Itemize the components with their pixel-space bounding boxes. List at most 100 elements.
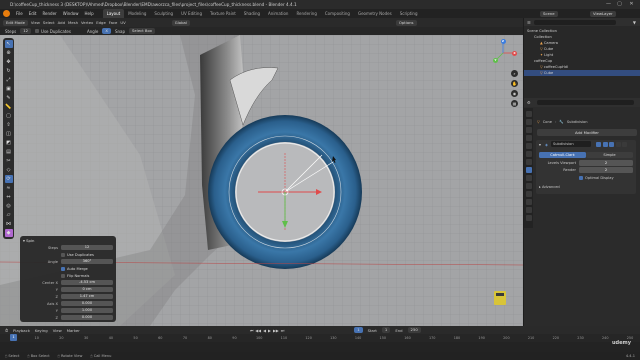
close-button[interactable]: ✕ [627, 0, 636, 9]
shear-tool-icon[interactable]: ▱ [5, 211, 13, 219]
jump-end-icon[interactable]: ⏭ [281, 328, 284, 333]
extrude-tool-icon[interactable]: ⇧ [5, 121, 13, 129]
current-frame-input[interactable]: 1 [354, 327, 363, 333]
measure-tool-icon[interactable]: 📏 [5, 103, 13, 111]
scene-selector[interactable]: Scene [540, 10, 558, 17]
navigation-gizmo[interactable]: X Z Y [488, 38, 518, 68]
minimize-button[interactable]: — [604, 0, 613, 9]
camera-view-icon[interactable]: ◉ [511, 90, 518, 97]
shrink-fatten-tool-icon[interactable]: ◎ [5, 202, 13, 210]
workspace-tab-compositing[interactable]: Compositing [321, 9, 354, 18]
gizmo-x-axis[interactable]: X [512, 50, 517, 56]
world-tab-icon[interactable] [525, 151, 532, 157]
outliner-search-input[interactable] [533, 19, 616, 25]
properties-search-input[interactable] [536, 100, 634, 105]
data-tab-icon[interactable] [525, 199, 532, 205]
view-layer-selector[interactable]: ViewLayer [590, 10, 616, 17]
physics-tab-icon[interactable] [525, 183, 532, 189]
eraser-tool-icon[interactable]: ◆ [4, 229, 13, 237]
jump-start-icon[interactable]: ⏮ [250, 328, 253, 333]
orientation-selector[interactable]: Global [171, 19, 190, 26]
menu-select[interactable]: Select [43, 20, 55, 25]
auto-merge-checkbox[interactable] [61, 266, 65, 271]
end-frame-input[interactable]: 250 [407, 327, 421, 333]
advanced-section[interactable]: ▸ Advanced [539, 185, 560, 189]
menu-edit[interactable]: Edit [26, 11, 40, 16]
modifier-name-input[interactable]: Subdivision [551, 141, 591, 147]
menu-help[interactable]: Help [81, 11, 96, 16]
timeline-ruler[interactable]: 0102030405060708090100110120130140150160… [0, 334, 640, 342]
menu-file[interactable]: File [13, 11, 26, 16]
add-modifier-button[interactable]: Add Modifier [537, 129, 637, 136]
center-z-input[interactable]: 1.47 cm [61, 294, 113, 299]
axis-x-toggle[interactable]: X [102, 28, 111, 34]
knife-tool-icon[interactable]: ✂ [5, 157, 13, 165]
zoom-icon[interactable]: ⌕ [511, 70, 518, 77]
workspace-tab-sculpting[interactable]: Sculpting [150, 9, 177, 18]
steps-field[interactable]: 12 [20, 28, 32, 34]
move-tool-icon[interactable]: ✥ [5, 58, 13, 66]
levels-viewport-input[interactable]: 2 [579, 160, 633, 166]
modifier-menu-icon[interactable] [615, 141, 621, 147]
rip-tool-icon[interactable]: ⋈ [5, 220, 13, 228]
scale-tool-icon[interactable]: ⤢ [5, 76, 13, 84]
pan-hand-icon[interactable]: ✋ [511, 80, 518, 87]
workspace-tab-rendering[interactable]: Rendering [292, 9, 320, 18]
timeline-editor-icon[interactable]: ⏱ [5, 328, 8, 333]
workspace-tab-geometry-nodes[interactable]: Geometry Nodes [354, 9, 396, 18]
workspace-tab-layout[interactable]: Layout [102, 9, 125, 18]
axis-x-input[interactable]: 0.000 [61, 301, 113, 306]
center-x-input[interactable]: -4.53 cm [61, 280, 113, 285]
menu-mesh[interactable]: Mesh [68, 20, 78, 25]
menu-add[interactable]: Add [58, 20, 65, 25]
select-box-tool-icon[interactable]: ↖ [4, 40, 13, 48]
outliner-item-cube-selected[interactable]: ▽ Cube [524, 70, 640, 76]
catmull-clark-tab[interactable]: Catmull-Clark [539, 152, 586, 158]
grid-view-icon[interactable]: ▦ [511, 100, 518, 107]
menu-window[interactable]: Window [60, 11, 82, 16]
menu-face[interactable]: Face [109, 20, 118, 25]
playhead[interactable]: 1 [10, 334, 17, 341]
axis-z-input[interactable]: 0.000 [61, 315, 113, 320]
menu-uv[interactable]: UV [120, 20, 125, 25]
menu-edge[interactable]: Edge [96, 20, 106, 25]
render-levels-input[interactable]: 2 [579, 167, 633, 173]
simple-tab[interactable]: Simple [586, 152, 633, 158]
use-duplicates-checkbox[interactable] [35, 29, 40, 33]
steps-input[interactable]: 12 [61, 245, 113, 250]
object-tab-icon[interactable] [525, 159, 532, 165]
modifier-tab-icon[interactable] [525, 167, 532, 173]
delete-modifier-icon[interactable] [622, 141, 627, 147]
material-tab-icon[interactable] [525, 207, 532, 213]
maximize-button[interactable]: ▢ [615, 0, 624, 9]
properties-editor-icon[interactable]: ⚙ [527, 100, 531, 105]
particles-tab-icon[interactable] [525, 175, 532, 181]
prev-key-icon[interactable]: ◀◀ [255, 328, 261, 333]
center-y-input[interactable]: 0 cm [61, 287, 113, 292]
annotate-tool-icon[interactable]: ✎ [5, 94, 13, 102]
angle-input[interactable]: 360° [61, 259, 113, 264]
poly-build-tool-icon[interactable]: ◇ [5, 166, 13, 174]
spin-tool-icon[interactable]: ⟳ [4, 175, 13, 183]
workspace-tab-shading[interactable]: Shading [240, 9, 264, 18]
view-layer-tab-icon[interactable] [525, 135, 532, 141]
outliner-editor-icon[interactable]: ☰ [527, 20, 531, 25]
cursor-tool-icon[interactable]: ⊕ [5, 49, 13, 57]
smooth-tool-icon[interactable]: ≈ [5, 184, 13, 192]
mode-selector[interactable]: Edit Mode [3, 19, 28, 26]
menu-playback[interactable]: Playback [13, 328, 30, 333]
workspace-tab-scripting[interactable]: Scripting [396, 9, 422, 18]
snap-target-selector[interactable]: Select Box [129, 28, 155, 34]
gizmo-z-axis[interactable]: Z [500, 39, 506, 44]
inset-tool-icon[interactable]: ◫ [5, 130, 13, 138]
bevel-tool-icon[interactable]: ◩ [5, 139, 13, 147]
render-toggle-icon[interactable] [609, 141, 614, 147]
workspace-tab-texture-paint[interactable]: Texture Paint [206, 9, 240, 18]
optimal-display-toggle[interactable]: Optimal Display [579, 176, 614, 180]
texture-tab-icon[interactable] [525, 215, 532, 221]
collapse-chevron-icon[interactable]: ▾ [539, 142, 541, 147]
play-reverse-icon[interactable]: ◀ [263, 328, 266, 333]
tool-tab-icon[interactable] [525, 111, 532, 117]
menu-timeline-view[interactable]: View [53, 328, 62, 333]
menu-vertex[interactable]: Vertex [81, 20, 93, 25]
